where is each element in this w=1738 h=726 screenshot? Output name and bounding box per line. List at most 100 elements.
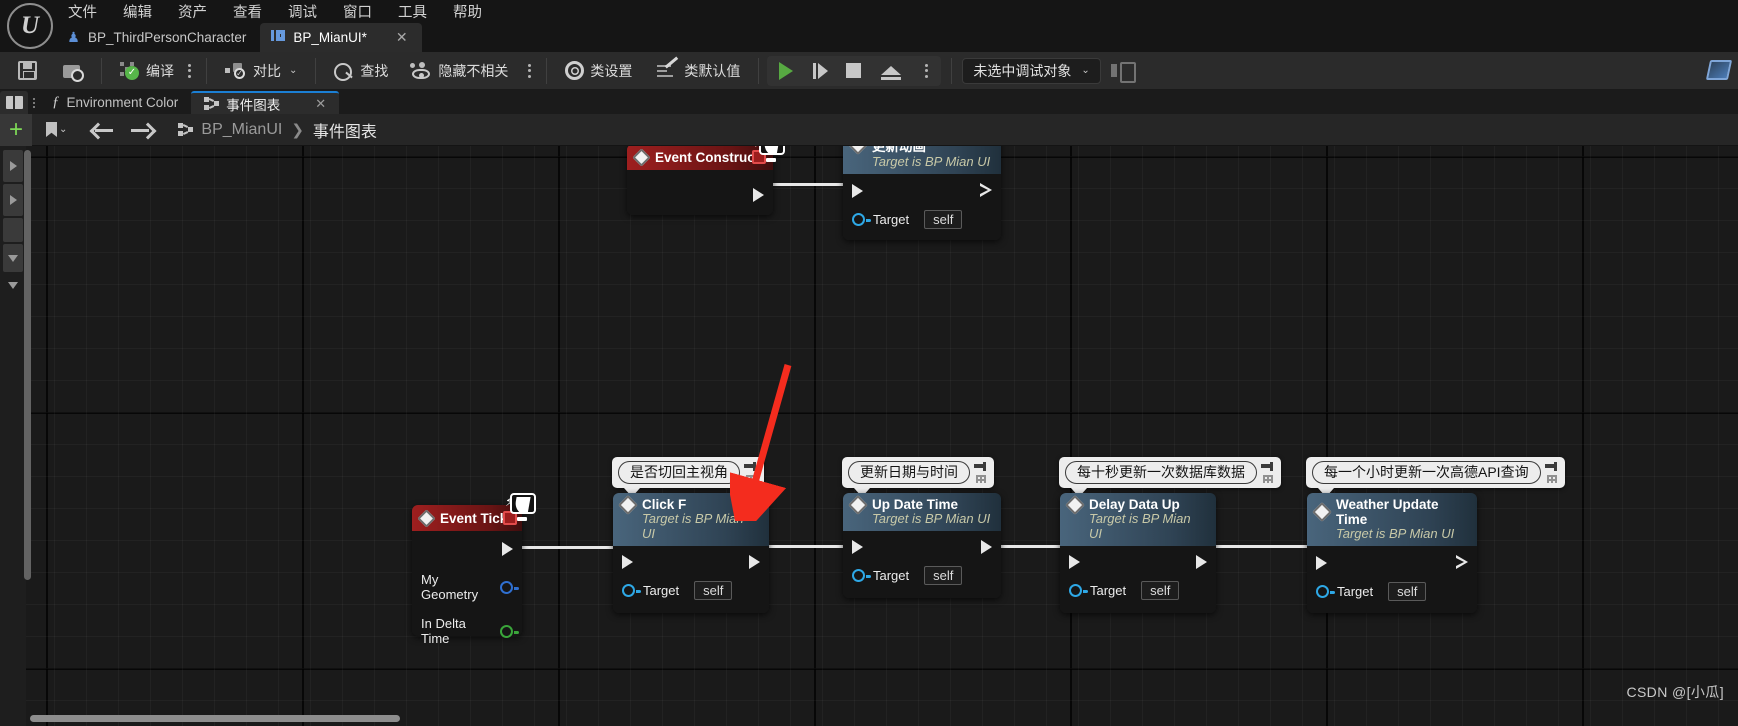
close-icon[interactable]: ✕ bbox=[396, 29, 408, 46]
exec-output-pin[interactable] bbox=[502, 542, 513, 556]
pin-icon[interactable] bbox=[1261, 462, 1275, 473]
menu-item-help[interactable]: 帮助 bbox=[440, 1, 495, 25]
comment-bubble-delay-data-up[interactable]: 每十秒更新一次数据库数据 bbox=[1059, 457, 1281, 497]
class-defaults-button[interactable]: 类默认值 bbox=[648, 56, 748, 86]
object-pin-icon[interactable] bbox=[1316, 585, 1335, 598]
comment-bubble[interactable]: 更新日期与时间 bbox=[842, 457, 994, 488]
rail-blank[interactable] bbox=[3, 218, 23, 242]
chevron-down-icon[interactable]: ⌄ bbox=[59, 124, 67, 135]
exec-input-pin[interactable] bbox=[1069, 555, 1080, 569]
resize-grip-icon[interactable] bbox=[1546, 475, 1557, 483]
pin-value[interactable]: self bbox=[1141, 581, 1180, 600]
debug-object-icon[interactable] bbox=[1110, 62, 1136, 83]
node-up-date-time[interactable]: Up Date Time Target is BP Mian UI Target… bbox=[843, 493, 1001, 598]
asset-tab-bp-mianui[interactable]: BP_MianUI* ✕ bbox=[260, 23, 422, 52]
doc-tab-environment-color[interactable]: ƒ Environment Color bbox=[39, 91, 191, 114]
compile-button[interactable]: ✓ 编译 bbox=[112, 56, 182, 86]
comment-bubble[interactable]: 每十秒更新一次数据库数据 bbox=[1059, 457, 1281, 488]
chevron-down-icon[interactable]: ⌄ bbox=[289, 65, 297, 76]
comment-bubble-weather-update-time[interactable]: 每一个小时更新一次高德API查询 bbox=[1306, 457, 1565, 497]
unreal-engine-logo-icon[interactable]: U bbox=[7, 3, 53, 49]
drag-grip-icon[interactable] bbox=[28, 91, 39, 114]
chevron-right-icon bbox=[9, 161, 17, 171]
node-event-tick[interactable]: Event Tick My Geometry In Delta Time bbox=[412, 505, 522, 646]
save-icon bbox=[18, 61, 37, 80]
node-weather-update-time[interactable]: Weather Update Time Target is BP Mian UI… bbox=[1307, 493, 1477, 613]
object-pin-icon[interactable] bbox=[622, 584, 641, 597]
debug-watch-icon[interactable]: ⚡ bbox=[754, 146, 785, 162]
event-graph-canvas[interactable]: Event Construct ⚡ 更新动画 Target is BP Mian… bbox=[0, 146, 1738, 726]
find-button[interactable]: 查找 bbox=[326, 56, 396, 86]
vertical-scrollbar[interactable] bbox=[24, 150, 31, 580]
object-pin-icon[interactable] bbox=[852, 213, 871, 226]
comment-tools[interactable] bbox=[1261, 462, 1275, 483]
stop-button[interactable] bbox=[844, 56, 863, 86]
play-icon bbox=[779, 61, 794, 80]
rail-collapse[interactable] bbox=[3, 244, 23, 272]
resize-grip-icon[interactable] bbox=[746, 475, 756, 483]
class-settings-button[interactable]: 类设置 bbox=[557, 56, 640, 86]
struct-pin-icon[interactable] bbox=[500, 580, 519, 594]
save-button[interactable] bbox=[10, 56, 45, 86]
horizontal-scrollbar[interactable] bbox=[30, 715, 400, 722]
add-button[interactable]: + bbox=[0, 113, 32, 146]
debug-watch-icon[interactable]: ⚡ bbox=[505, 493, 536, 521]
comment-tools[interactable] bbox=[974, 462, 988, 483]
exec-output-pin[interactable] bbox=[749, 555, 760, 569]
object-pin-icon[interactable] bbox=[852, 569, 871, 582]
comment-tools[interactable] bbox=[744, 462, 758, 483]
exec-output-pin[interactable] bbox=[980, 183, 992, 198]
exec-input-pin[interactable] bbox=[852, 540, 863, 554]
pin-value[interactable]: self bbox=[694, 581, 733, 600]
resize-grip-icon[interactable] bbox=[976, 475, 986, 483]
object-pin-icon[interactable] bbox=[1069, 584, 1088, 597]
play-button[interactable] bbox=[775, 56, 797, 86]
rail-expand-mid[interactable] bbox=[3, 184, 23, 216]
pin-value[interactable]: self bbox=[924, 566, 963, 585]
doc-tab-event-graph[interactable]: 事件图表 ✕ bbox=[191, 91, 340, 114]
browse-button[interactable] bbox=[55, 56, 91, 86]
rail-expand-top[interactable] bbox=[3, 150, 23, 182]
debug-object-select[interactable]: 未选中调试对象 ⌄ bbox=[962, 57, 1101, 84]
comment-bubble-click-f[interactable]: 是否切回主视角 bbox=[612, 457, 764, 497]
bookmark-button[interactable]: ⌄ bbox=[40, 114, 73, 146]
eject-button[interactable] bbox=[877, 56, 905, 86]
node-click-f[interactable]: Click F Target is BP Mian UI Target self bbox=[613, 493, 769, 613]
hide-unrelated-button[interactable]: 隐藏不相关 bbox=[402, 56, 516, 86]
resize-grip-icon[interactable] bbox=[1263, 475, 1273, 483]
exec-input-pin[interactable] bbox=[852, 183, 863, 198]
node-update-animation[interactable]: 更新动画 Target is BP Mian UI Target self bbox=[843, 146, 1001, 240]
node-event-construct[interactable]: Event Construct bbox=[627, 146, 773, 215]
breadcrumb-root[interactable]: BP_MianUI bbox=[199, 121, 284, 139]
back-button[interactable] bbox=[85, 114, 119, 146]
exec-output-pin[interactable] bbox=[1456, 555, 1468, 570]
comment-bubble-up-date-time[interactable]: 更新日期与时间 bbox=[842, 457, 994, 497]
asset-tab-bp-thirdpersoncharacter[interactable]: ♟ BP_ThirdPersonCharacter bbox=[55, 23, 260, 52]
hide-unrelated-options-kebab-icon[interactable] bbox=[522, 63, 536, 78]
close-icon[interactable]: ✕ bbox=[315, 96, 326, 112]
float-pin-icon[interactable] bbox=[500, 624, 519, 638]
exec-input-pin[interactable] bbox=[1316, 555, 1327, 570]
play-options-kebab-icon[interactable] bbox=[919, 63, 933, 78]
comment-bubble[interactable]: 每一个小时更新一次高德API查询 bbox=[1306, 457, 1565, 488]
rail-overflow[interactable] bbox=[3, 274, 23, 296]
pin-icon[interactable] bbox=[1544, 462, 1559, 473]
viewport-corner-icon[interactable] bbox=[1705, 58, 1733, 82]
comment-bubble[interactable]: 是否切回主视角 bbox=[612, 457, 764, 488]
toolbar-divider bbox=[206, 57, 207, 84]
bookmarks-button[interactable] bbox=[0, 91, 28, 114]
exec-output-pin[interactable] bbox=[1196, 555, 1207, 569]
compile-options-kebab-icon[interactable] bbox=[182, 63, 196, 78]
comment-tools[interactable] bbox=[1544, 462, 1559, 483]
pin-icon[interactable] bbox=[744, 462, 758, 473]
pin-value[interactable]: self bbox=[924, 210, 963, 229]
pin-icon[interactable] bbox=[974, 462, 988, 473]
pin-value[interactable]: self bbox=[1388, 582, 1427, 601]
forward-button[interactable] bbox=[125, 114, 159, 146]
exec-output-pin[interactable] bbox=[981, 540, 992, 554]
exec-output-pin[interactable] bbox=[753, 188, 764, 202]
node-delay-data-up[interactable]: Delay Data Up Target is BP Mian UI Targe… bbox=[1060, 493, 1216, 613]
diff-button[interactable]: ✓ 对比 ⌄ bbox=[217, 56, 305, 86]
exec-input-pin[interactable] bbox=[622, 555, 633, 569]
step-button[interactable] bbox=[811, 56, 830, 86]
